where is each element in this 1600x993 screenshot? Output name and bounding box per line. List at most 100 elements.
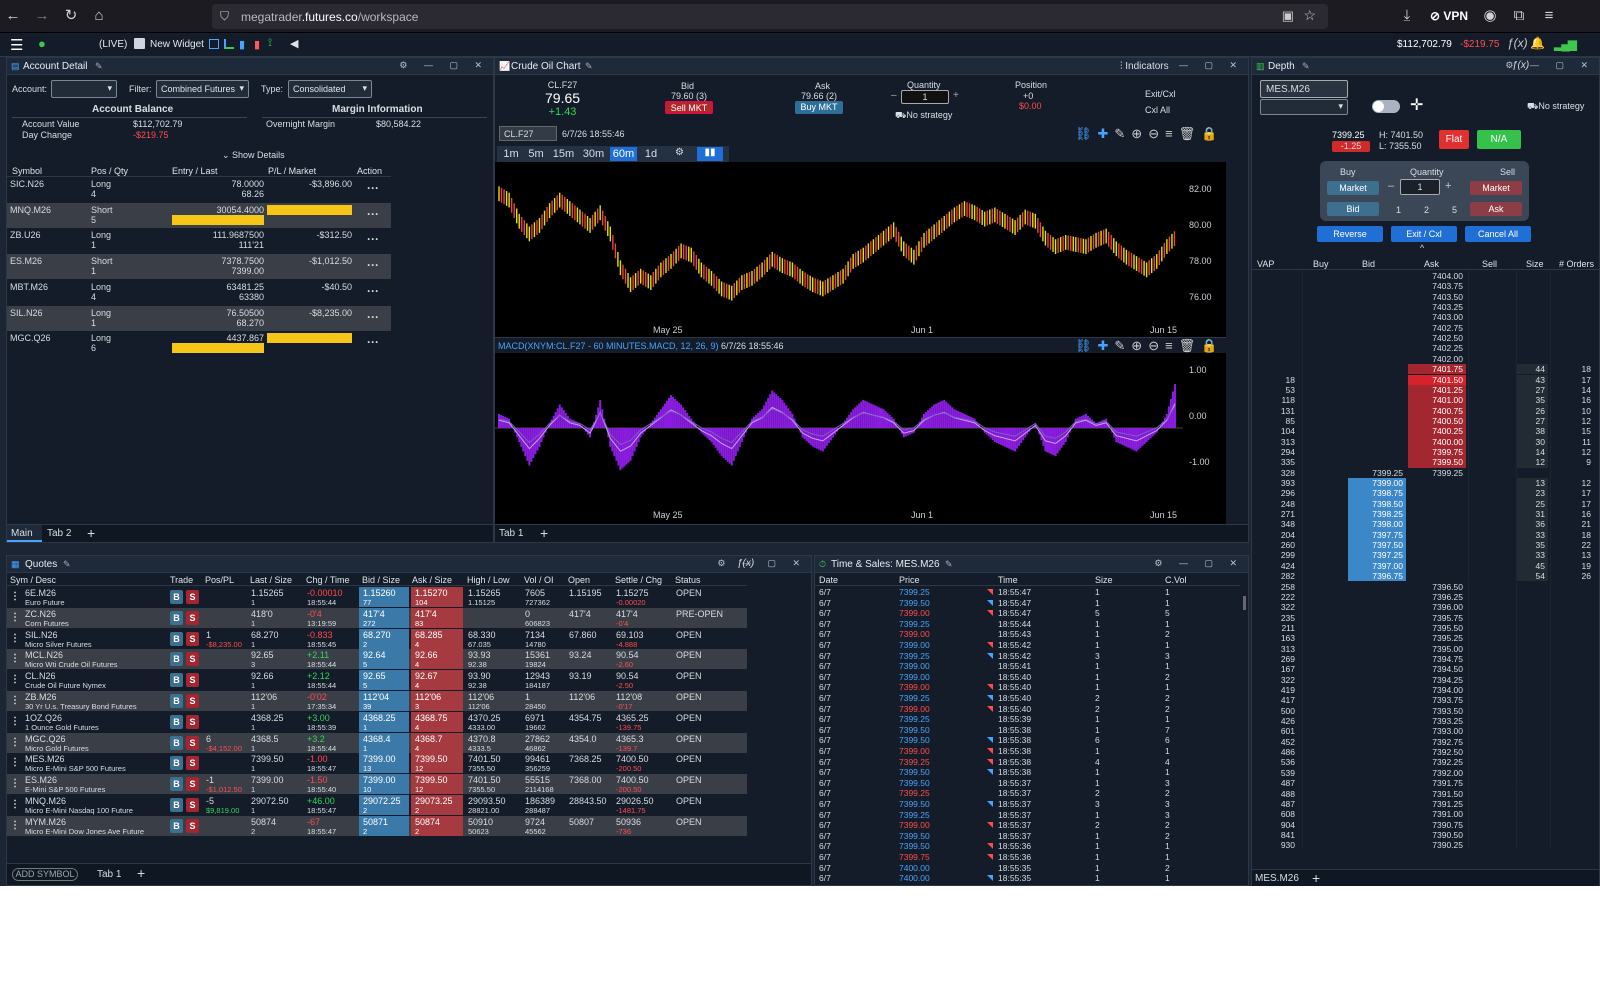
depth-buy-cell[interactable] <box>1302 395 1346 406</box>
depth-bid-cell[interactable] <box>1348 840 1406 849</box>
depth-sell-cell[interactable] <box>1468 415 1514 427</box>
tab-2[interactable]: Tab 2 <box>47 528 71 539</box>
buy-bid-button[interactable]: Bid <box>1327 202 1379 216</box>
depth-bid-cell[interactable] <box>1348 333 1406 343</box>
depth-buy-cell[interactable] <box>1302 426 1346 437</box>
add-tab-icon[interactable]: + <box>540 525 548 541</box>
depth-quantity-input[interactable]: 1 <box>1400 179 1440 195</box>
depth-row[interactable]: 539 7392.00 <box>1252 767 1599 779</box>
quote-sell-button[interactable]: S <box>186 694 199 708</box>
quote-ask[interactable]: 92.67 <box>415 671 438 681</box>
reverse-button[interactable]: Reverse <box>1317 226 1383 242</box>
quote-sell-button[interactable]: S <box>186 735 199 750</box>
depth-bid-cell[interactable] <box>1348 312 1406 322</box>
depth-buy-cell[interactable] <box>1302 291 1346 303</box>
depth-bid-cell[interactable]: 7398.25 <box>1348 509 1406 520</box>
qty-plus-button[interactable]: + <box>953 90 959 101</box>
depth-buy-cell[interactable] <box>1302 271 1346 282</box>
filter-select[interactable]: Combined Futures ▾ <box>156 80 249 98</box>
depth-row[interactable]: 7403.00 <box>1252 312 1599 323</box>
depth-buy-cell[interactable] <box>1302 509 1346 520</box>
sell-mkt-button[interactable]: Sell MKT <box>665 101 713 114</box>
position-row[interactable]: ZB.U26 Long 1 111.9687500 111'21 -$312.50 ··· <box>7 228 391 254</box>
depth-bid-cell[interactable] <box>1348 457 1406 467</box>
quote-sell-button[interactable]: S <box>186 631 199 646</box>
depth-bid-cell[interactable] <box>1348 323 1406 333</box>
qty-preset-1[interactable]: 1 <box>1396 205 1401 215</box>
sell-ask-button[interactable]: Ask <box>1470 202 1522 216</box>
quote-bid[interactable]: 4368.25 <box>363 713 396 723</box>
depth-ask-cell[interactable] <box>1408 478 1466 488</box>
depth-bid-cell[interactable] <box>1348 385 1406 395</box>
quote-bid[interactable]: 7399.00 <box>363 775 396 785</box>
depth-sell-cell[interactable] <box>1468 602 1514 613</box>
quote-bid[interactable]: 417'4 <box>363 609 385 619</box>
edit-pencil-icon[interactable]: ✎ <box>945 559 953 570</box>
depth-bid-cell[interactable] <box>1348 447 1406 457</box>
depth-buy-cell[interactable] <box>1302 747 1346 758</box>
depth-ask-cell[interactable]: 7402.75 <box>1408 323 1466 333</box>
depth-buy-cell[interactable] <box>1302 685 1346 696</box>
depth-buy-cell[interactable] <box>1302 643 1346 654</box>
depth-bid-cell[interactable]: 7398.75 <box>1348 488 1406 499</box>
quote-row[interactable]: ⋮ 6E.M26 Euro Future B S 1.15265 1 -0.00010 18:5… <box>7 587 747 607</box>
depth-ask-cell[interactable]: 7392.50 <box>1408 747 1466 757</box>
depth-buy-cell[interactable] <box>1302 436 1346 447</box>
depth-sell-cell[interactable] <box>1468 550 1514 561</box>
quote-buy-button[interactable]: B <box>170 798 183 812</box>
depth-row[interactable]: 258 7396.50 <box>1252 581 1599 592</box>
tick-widget-icon[interactable]: ▮ <box>254 38 260 51</box>
panel-controls[interactable]: — ▢ ✕ <box>1179 60 1244 71</box>
type-select[interactable]: Consolidated ▾ <box>288 80 372 98</box>
macd-chart[interactable] <box>495 353 1183 503</box>
depth-bid-cell[interactable]: 7398.00 <box>1348 519 1406 530</box>
depth-sell-cell[interactable] <box>1468 446 1514 458</box>
depth-row[interactable]: 313 7395.00 <box>1252 643 1599 654</box>
depth-bid-cell[interactable] <box>1348 633 1406 643</box>
depth-ask-cell[interactable]: 7403.25 <box>1408 302 1466 312</box>
depth-sell-cell[interactable] <box>1468 798 1514 810</box>
depth-sell-cell[interactable] <box>1468 747 1514 758</box>
depth-sell-cell[interactable] <box>1468 819 1514 830</box>
reader-icon[interactable]: ▣ <box>1282 8 1294 24</box>
depth-ask-cell[interactable]: 7396.50 <box>1408 582 1466 592</box>
quote-sell-button[interactable]: S <box>186 652 199 667</box>
depth-sell-cell[interactable] <box>1468 716 1514 727</box>
quote-ask[interactable]: 50874 <box>415 817 440 827</box>
depth-buy-cell[interactable] <box>1302 478 1346 489</box>
depth-ask-cell[interactable]: 7404.00 <box>1408 271 1466 281</box>
depth-sell-cell[interactable] <box>1468 540 1514 551</box>
depth-bid-cell[interactable] <box>1348 395 1406 405</box>
quote-sell-button[interactable]: S <box>186 714 199 729</box>
timeframe-1d[interactable]: 1d <box>640 147 662 161</box>
depth-ask-cell[interactable] <box>1408 519 1466 529</box>
depth-sell-cell[interactable] <box>1468 271 1514 282</box>
depth-sell-cell[interactable] <box>1468 809 1514 820</box>
quote-bid[interactable]: 92.65 <box>363 671 386 681</box>
depth-row[interactable]: 299 7397.25 33 13 <box>1252 550 1599 561</box>
depth-sell-cell[interactable] <box>1468 757 1514 768</box>
depth-row[interactable]: 348 7398.00 36 21 <box>1252 519 1599 530</box>
quote-row[interactable]: ⋮ MES.M26 Micro E-Mini S&P 500 Futures B S 73… <box>7 753 747 774</box>
depth-ask-cell[interactable] <box>1408 488 1466 498</box>
depth-row[interactable]: 104 7400.25 38 15 <box>1252 426 1599 437</box>
quote-bid[interactable]: 50871 <box>363 817 388 827</box>
depth-buy-cell[interactable] <box>1302 374 1346 385</box>
quote-buy-button[interactable]: B <box>170 756 183 771</box>
depth-buy-cell[interactable] <box>1302 550 1346 561</box>
depth-buy-cell[interactable] <box>1302 467 1346 478</box>
depth-ask-cell[interactable]: 7392.25 <box>1408 757 1466 767</box>
depth-bid-cell[interactable] <box>1348 623 1406 633</box>
depth-bid-cell[interactable] <box>1348 271 1406 281</box>
depth-sell-cell[interactable] <box>1468 653 1514 665</box>
depth-bid-cell[interactable] <box>1348 375 1406 385</box>
depth-sell-cell[interactable] <box>1468 622 1514 634</box>
depth-row[interactable]: 328 7399.25 7399.25 <box>1252 467 1599 478</box>
row-menu-icon[interactable]: ⋮ <box>10 820 20 831</box>
quantity-input[interactable]: 1 <box>901 90 949 104</box>
depth-ask-cell[interactable]: 7399.75 <box>1408 446 1466 458</box>
chart-tab-1[interactable]: Tab 1 <box>499 528 523 539</box>
depth-ask-cell[interactable]: 7399.25 <box>1408 468 1466 478</box>
depth-buy-cell[interactable] <box>1302 302 1346 313</box>
depth-bid-cell[interactable]: 7396.75 <box>1348 571 1406 582</box>
